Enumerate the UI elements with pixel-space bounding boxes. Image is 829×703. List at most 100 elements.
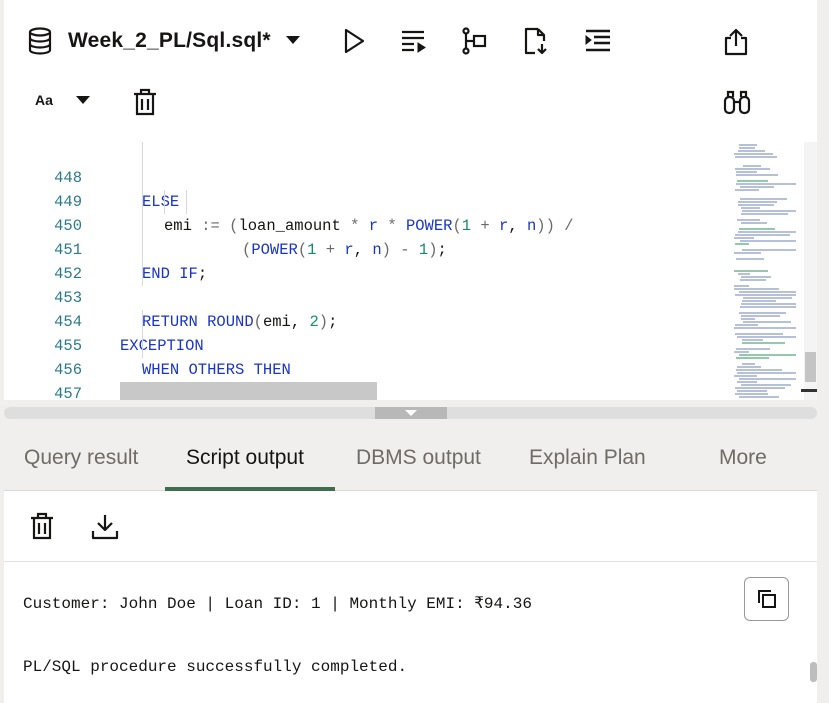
run-script-icon[interactable] (398, 26, 430, 56)
minimap-row (735, 243, 749, 245)
minimap-row (736, 183, 796, 185)
tab-query-result[interactable]: Query result (24, 446, 138, 470)
code-line[interactable]: 454 EXCEPTION (4, 286, 724, 355)
code-line[interactable]: 457 END CalculateMonthlyInstallment; (4, 358, 724, 400)
download-file-icon[interactable] (520, 26, 550, 56)
minimap-row (735, 156, 777, 158)
minimap-row (734, 351, 749, 353)
minimap-row (737, 390, 767, 392)
minimap-row (742, 210, 796, 212)
minimap-row (736, 369, 782, 371)
minimap-row (741, 207, 760, 209)
minimap-row (743, 165, 761, 167)
minimap-row (741, 303, 796, 305)
minimap-row (739, 396, 779, 398)
minimap-row (735, 189, 759, 191)
file-dropdown-chevron-icon[interactable] (283, 32, 303, 48)
code-line[interactable]: 456 RETURN NULL; (4, 334, 724, 400)
minimap-row (742, 249, 796, 251)
minimap-row (742, 363, 755, 365)
minimap-row (741, 384, 791, 386)
output-line: PL/SQL procedure successfully completed. (23, 658, 408, 676)
minimap-row (738, 273, 750, 275)
tab-more[interactable]: More (719, 446, 767, 470)
code-editor[interactable]: 448 ELSE 449 emi := (loan_amount * r * P… (4, 142, 817, 400)
download-output-icon[interactable] (90, 511, 120, 541)
minimap-row (736, 174, 778, 176)
minimap-row (737, 381, 757, 383)
minimap-row (740, 240, 796, 242)
minimap-row (741, 213, 788, 215)
minimap-row (737, 180, 768, 182)
output-toolbar (4, 491, 817, 562)
output-scrollbar-thumb[interactable] (810, 662, 817, 682)
code-line[interactable]: 450 (POWER(1 + r, n) - 1); (4, 190, 724, 259)
minimap-row (737, 219, 760, 221)
share-icon[interactable] (721, 26, 751, 58)
minimap-row (742, 339, 763, 341)
code-line[interactable]: 451 END IF; (4, 214, 724, 283)
code-line[interactable]: 452 (4, 238, 724, 283)
minimap-row (735, 324, 758, 326)
clear-editor-trash-icon[interactable] (130, 86, 160, 118)
tab-script-output[interactable]: Script output (186, 446, 304, 470)
minimap-row (734, 375, 757, 377)
minimap-row (734, 153, 773, 155)
minimap-row (738, 231, 796, 233)
tab-explain-plan[interactable]: Explain Plan (529, 446, 646, 470)
minimap-row (740, 279, 766, 281)
tab-dbms-output[interactable]: DBMS output (356, 446, 481, 470)
editor-scrollbar[interactable] (804, 142, 817, 400)
code-line[interactable]: 458 / (4, 382, 724, 400)
collapse-chevron-icon (405, 410, 417, 416)
font-dropdown-chevron-icon[interactable] (74, 94, 92, 106)
minimap-row (743, 321, 791, 323)
font-size-button[interactable]: Aa (35, 92, 53, 108)
code-minimap[interactable] (730, 142, 802, 400)
minimap-row (736, 171, 757, 173)
panel-splitter[interactable] (4, 407, 817, 419)
minimap-row (741, 276, 771, 278)
copy-icon (757, 590, 776, 608)
minimap-row (739, 147, 755, 149)
script-output-area[interactable]: Customer: John Doe | Loan ID: 1 | Monthl… (4, 562, 817, 703)
minimap-row (734, 327, 796, 329)
minimap-row (740, 198, 787, 200)
minimap-row (737, 366, 761, 368)
copy-output-button[interactable] (744, 577, 789, 621)
minimap-row (741, 222, 767, 224)
minimap-row (738, 201, 777, 203)
debug-icon[interactable] (458, 26, 490, 56)
indent-guide (142, 310, 143, 358)
minimap-row (741, 318, 755, 320)
code-line[interactable]: 448 ELSE (4, 142, 724, 211)
collapse-handle[interactable] (375, 407, 447, 419)
minimap-row (736, 348, 770, 350)
minimap-row (736, 357, 769, 359)
minimap-row (740, 306, 796, 308)
code-area[interactable]: 448 ELSE 449 emi := (loan_amount * r * P… (4, 142, 724, 400)
minimap-row (735, 387, 785, 389)
indent-guide (186, 190, 187, 214)
editor-scrollbar-thumb[interactable] (805, 352, 816, 382)
minimap-row (735, 294, 796, 296)
minimap-row (735, 393, 768, 395)
clear-output-trash-icon[interactable] (28, 511, 56, 541)
indent-guide (164, 190, 165, 214)
run-statement-icon[interactable] (340, 26, 368, 56)
file-title[interactable]: Week_2_PL/Sql.sql* (68, 29, 271, 53)
minimap-row (737, 336, 796, 338)
minimap-row (735, 234, 790, 236)
minimap-row (739, 144, 757, 146)
code-line[interactable]: 449 emi := (loan_amount * r * POWER(1 + … (4, 166, 724, 235)
minimap-row (739, 354, 796, 356)
minimap-row (734, 270, 768, 272)
minimap-row (734, 237, 754, 239)
code-line[interactable]: 453 RETURN ROUND(emi, 2); (4, 262, 724, 331)
find-binoculars-icon[interactable] (721, 86, 753, 118)
format-code-icon[interactable] (582, 26, 614, 56)
database-icon (26, 27, 54, 55)
code-line[interactable]: 455 WHEN OTHERS THEN (4, 310, 724, 379)
editor-toolbar: Week_2_PL/Sql.sql* Aa (4, 0, 817, 142)
minimap-row (739, 378, 796, 380)
